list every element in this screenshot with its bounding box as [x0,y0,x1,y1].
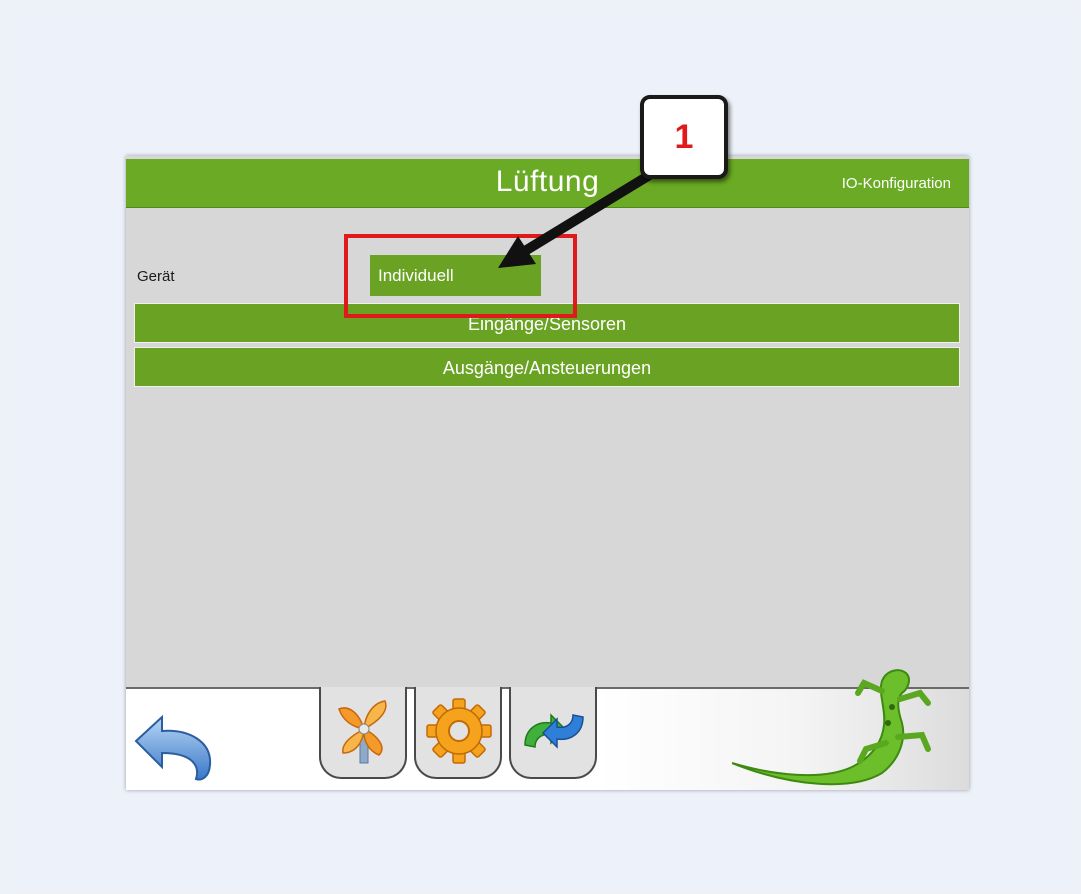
annotation-arrow [498,171,653,268]
annotation-callout: 1 [640,95,728,179]
